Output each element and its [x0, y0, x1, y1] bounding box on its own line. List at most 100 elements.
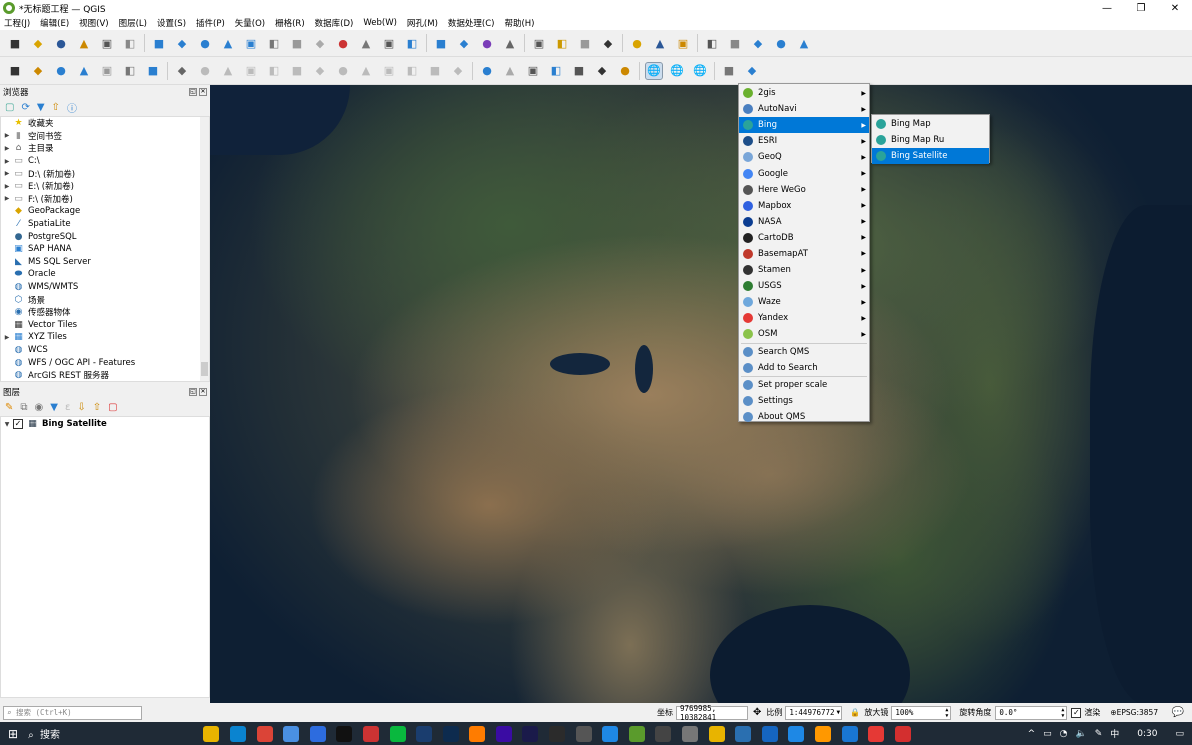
- toolbar-tool-icon[interactable]: ◆: [743, 62, 761, 80]
- menu-item[interactable]: 工程(J): [4, 17, 30, 29]
- browser-item[interactable]: ▶ ▭ E:\ (新加卷): [1, 180, 209, 193]
- toolbar-tool-icon[interactable]: ▣: [380, 34, 398, 52]
- expand-arrow-icon[interactable]: ▶: [1, 183, 13, 190]
- taskbar-app-icon[interactable]: [389, 725, 406, 742]
- expand-arrow-icon[interactable]: ▶: [1, 334, 13, 341]
- browser-item[interactable]: ▶ ▭ D:\ (新加卷): [1, 167, 209, 180]
- toolbar-tool-icon[interactable]: ▲: [501, 34, 519, 52]
- browser-item[interactable]: ⁄ SpatiaLite: [1, 218, 209, 231]
- menu-item[interactable]: Stamen ▶: [739, 262, 869, 278]
- toolbar-tool-icon[interactable]: ◆: [29, 62, 47, 80]
- taskbar-app-icon[interactable]: [682, 725, 699, 742]
- taskbar-app-icon[interactable]: [495, 725, 512, 742]
- toolbar-tool-icon[interactable]: ◆: [311, 34, 329, 52]
- messages-icon[interactable]: 💬: [1172, 707, 1184, 718]
- scale-field[interactable]: 1:44976772 ▼: [785, 705, 843, 720]
- menu-item[interactable]: About QMS: [739, 409, 869, 425]
- taskbar-app-icon[interactable]: [336, 725, 353, 742]
- menu-item[interactable]: Here WeGo ▶: [739, 182, 869, 198]
- toolbar-tool-icon[interactable]: ◆: [593, 62, 611, 80]
- toolbar-tool-icon[interactable]: ◆: [29, 34, 47, 52]
- browser-item[interactable]: ▶ ▭ F:\ (新加卷): [1, 193, 209, 206]
- taskbar-app-icon[interactable]: [788, 725, 805, 742]
- clock[interactable]: 0:30: [1137, 729, 1157, 739]
- toolbar-tool-icon[interactable]: ■: [432, 34, 450, 52]
- layer-styling-icon[interactable]: ✎: [5, 402, 13, 413]
- remove-layer-icon[interactable]: ▢: [108, 402, 117, 413]
- browser-item[interactable]: ★ 收藏夹: [1, 117, 209, 130]
- crs-button[interactable]: ⊕EPSG:3857: [1110, 708, 1158, 717]
- toolbar-tool-icon[interactable]: ●: [52, 62, 70, 80]
- toolbar-tool-icon[interactable]: ▲: [219, 62, 237, 80]
- menu-item[interactable]: 2gis ▶: [739, 85, 869, 101]
- taskbar-app-icon[interactable]: [628, 725, 645, 742]
- taskbar-app-icon[interactable]: [229, 725, 246, 742]
- add-group-icon[interactable]: ⧉: [20, 402, 27, 413]
- render-checkbox[interactable]: ✓: [1071, 707, 1082, 718]
- filter-legend-icon[interactable]: ▼: [50, 402, 58, 413]
- toolbar-tool-icon[interactable]: ◆: [173, 62, 191, 80]
- toolbar-tool-icon[interactable]: ◧: [553, 34, 571, 52]
- menu-item[interactable]: 数据处理(C): [448, 17, 495, 29]
- taskbar-app-icon[interactable]: [868, 725, 885, 742]
- toolbar-tool-icon[interactable]: ▣: [530, 34, 548, 52]
- taskbar-app-icon[interactable]: [442, 725, 459, 742]
- volume-icon[interactable]: 🔈: [1075, 729, 1086, 739]
- browser-item[interactable]: ◍ WFS / OGC API - Features: [1, 356, 209, 369]
- add-selected-layers-icon[interactable]: ▢: [5, 102, 14, 113]
- menu-item[interactable]: Waze ▶: [739, 294, 869, 310]
- toolbar-tool-icon[interactable]: ◆: [599, 34, 617, 52]
- toolbar-tool-icon[interactable]: ●: [196, 62, 214, 80]
- menu-item[interactable]: 栅格(R): [275, 17, 305, 29]
- close-panel-button[interactable]: ✕: [199, 87, 207, 96]
- collapse-all-icon[interactable]: ⇧: [52, 102, 60, 113]
- toolbar-tool-icon[interactable]: ■: [6, 62, 24, 80]
- toolbar-tool-icon[interactable]: ■: [426, 62, 444, 80]
- toolbar-tool-icon[interactable]: ▲: [795, 34, 813, 52]
- toolbar-tool-icon[interactable]: ▲: [75, 62, 93, 80]
- menu-item[interactable]: Bing Map: [872, 116, 989, 132]
- qms-icon[interactable]: 🌐: [668, 62, 686, 80]
- layer-visibility-checkbox[interactable]: ✓: [13, 419, 23, 430]
- menu-item[interactable]: 编辑(E): [40, 17, 69, 29]
- menu-item[interactable]: 视图(V): [79, 17, 108, 29]
- browser-item[interactable]: ◆ GeoPackage: [1, 205, 209, 218]
- taskbar-app-icon[interactable]: [655, 725, 672, 742]
- toolbar-tool-icon[interactable]: ▲: [75, 34, 93, 52]
- wifi-icon[interactable]: ◔: [1060, 729, 1068, 739]
- maximize-button[interactable]: ❐: [1124, 3, 1158, 14]
- taskbar-app-icon[interactable]: [549, 725, 566, 742]
- info-icon[interactable]: ⓘ: [67, 100, 77, 115]
- menu-item[interactable]: 帮助(H): [504, 17, 534, 29]
- start-button[interactable]: ⊞: [8, 727, 18, 741]
- battery-icon[interactable]: ▭: [1043, 729, 1052, 739]
- toolbar-tool-icon[interactable]: ■: [150, 34, 168, 52]
- toolbar-tool-icon[interactable]: ▲: [219, 34, 237, 52]
- rotation-field[interactable]: 0.0° ▲ ▼: [995, 705, 1068, 720]
- menu-item[interactable]: OSM ▶: [739, 326, 869, 342]
- toolbar-tool-icon[interactable]: ◆: [455, 34, 473, 52]
- menu-item[interactable]: ESRI ▶: [739, 133, 869, 149]
- lock-scale-icon[interactable]: 🔒: [850, 708, 860, 717]
- collapse-all-icon[interactable]: ⇧: [93, 402, 101, 413]
- menu-item[interactable]: NASA ▶: [739, 214, 869, 230]
- expand-arrow-icon[interactable]: ▶: [1, 132, 13, 139]
- toolbar-tool-icon[interactable]: ●: [52, 34, 70, 52]
- map-canvas[interactable]: [210, 85, 1192, 703]
- menu-item[interactable]: Bing ▶: [739, 117, 869, 134]
- menu-item[interactable]: 插件(P): [196, 17, 225, 29]
- filter-expression-icon[interactable]: ε: [65, 402, 70, 413]
- toolbar-tool-icon[interactable]: ◆: [749, 34, 767, 52]
- taskbar-app-icon[interactable]: [203, 725, 220, 742]
- toolbar-tool-icon[interactable]: ●: [616, 62, 634, 80]
- taskbar-app-icon[interactable]: [841, 725, 858, 742]
- toolbar-tool-icon[interactable]: ▣: [98, 62, 116, 80]
- qms-icon[interactable]: 🌐: [691, 62, 709, 80]
- menu-item[interactable]: CartoDB ▶: [739, 230, 869, 246]
- toolbar-tool-icon[interactable]: ▣: [524, 62, 542, 80]
- visibility-icon[interactable]: ◉: [35, 402, 44, 413]
- notification-icon[interactable]: ▭: [1175, 729, 1184, 739]
- menu-item[interactable]: 图层(L): [119, 17, 147, 29]
- toolbar-tool-icon[interactable]: ■: [6, 34, 24, 52]
- toolbar-tool-icon[interactable]: ◧: [403, 62, 421, 80]
